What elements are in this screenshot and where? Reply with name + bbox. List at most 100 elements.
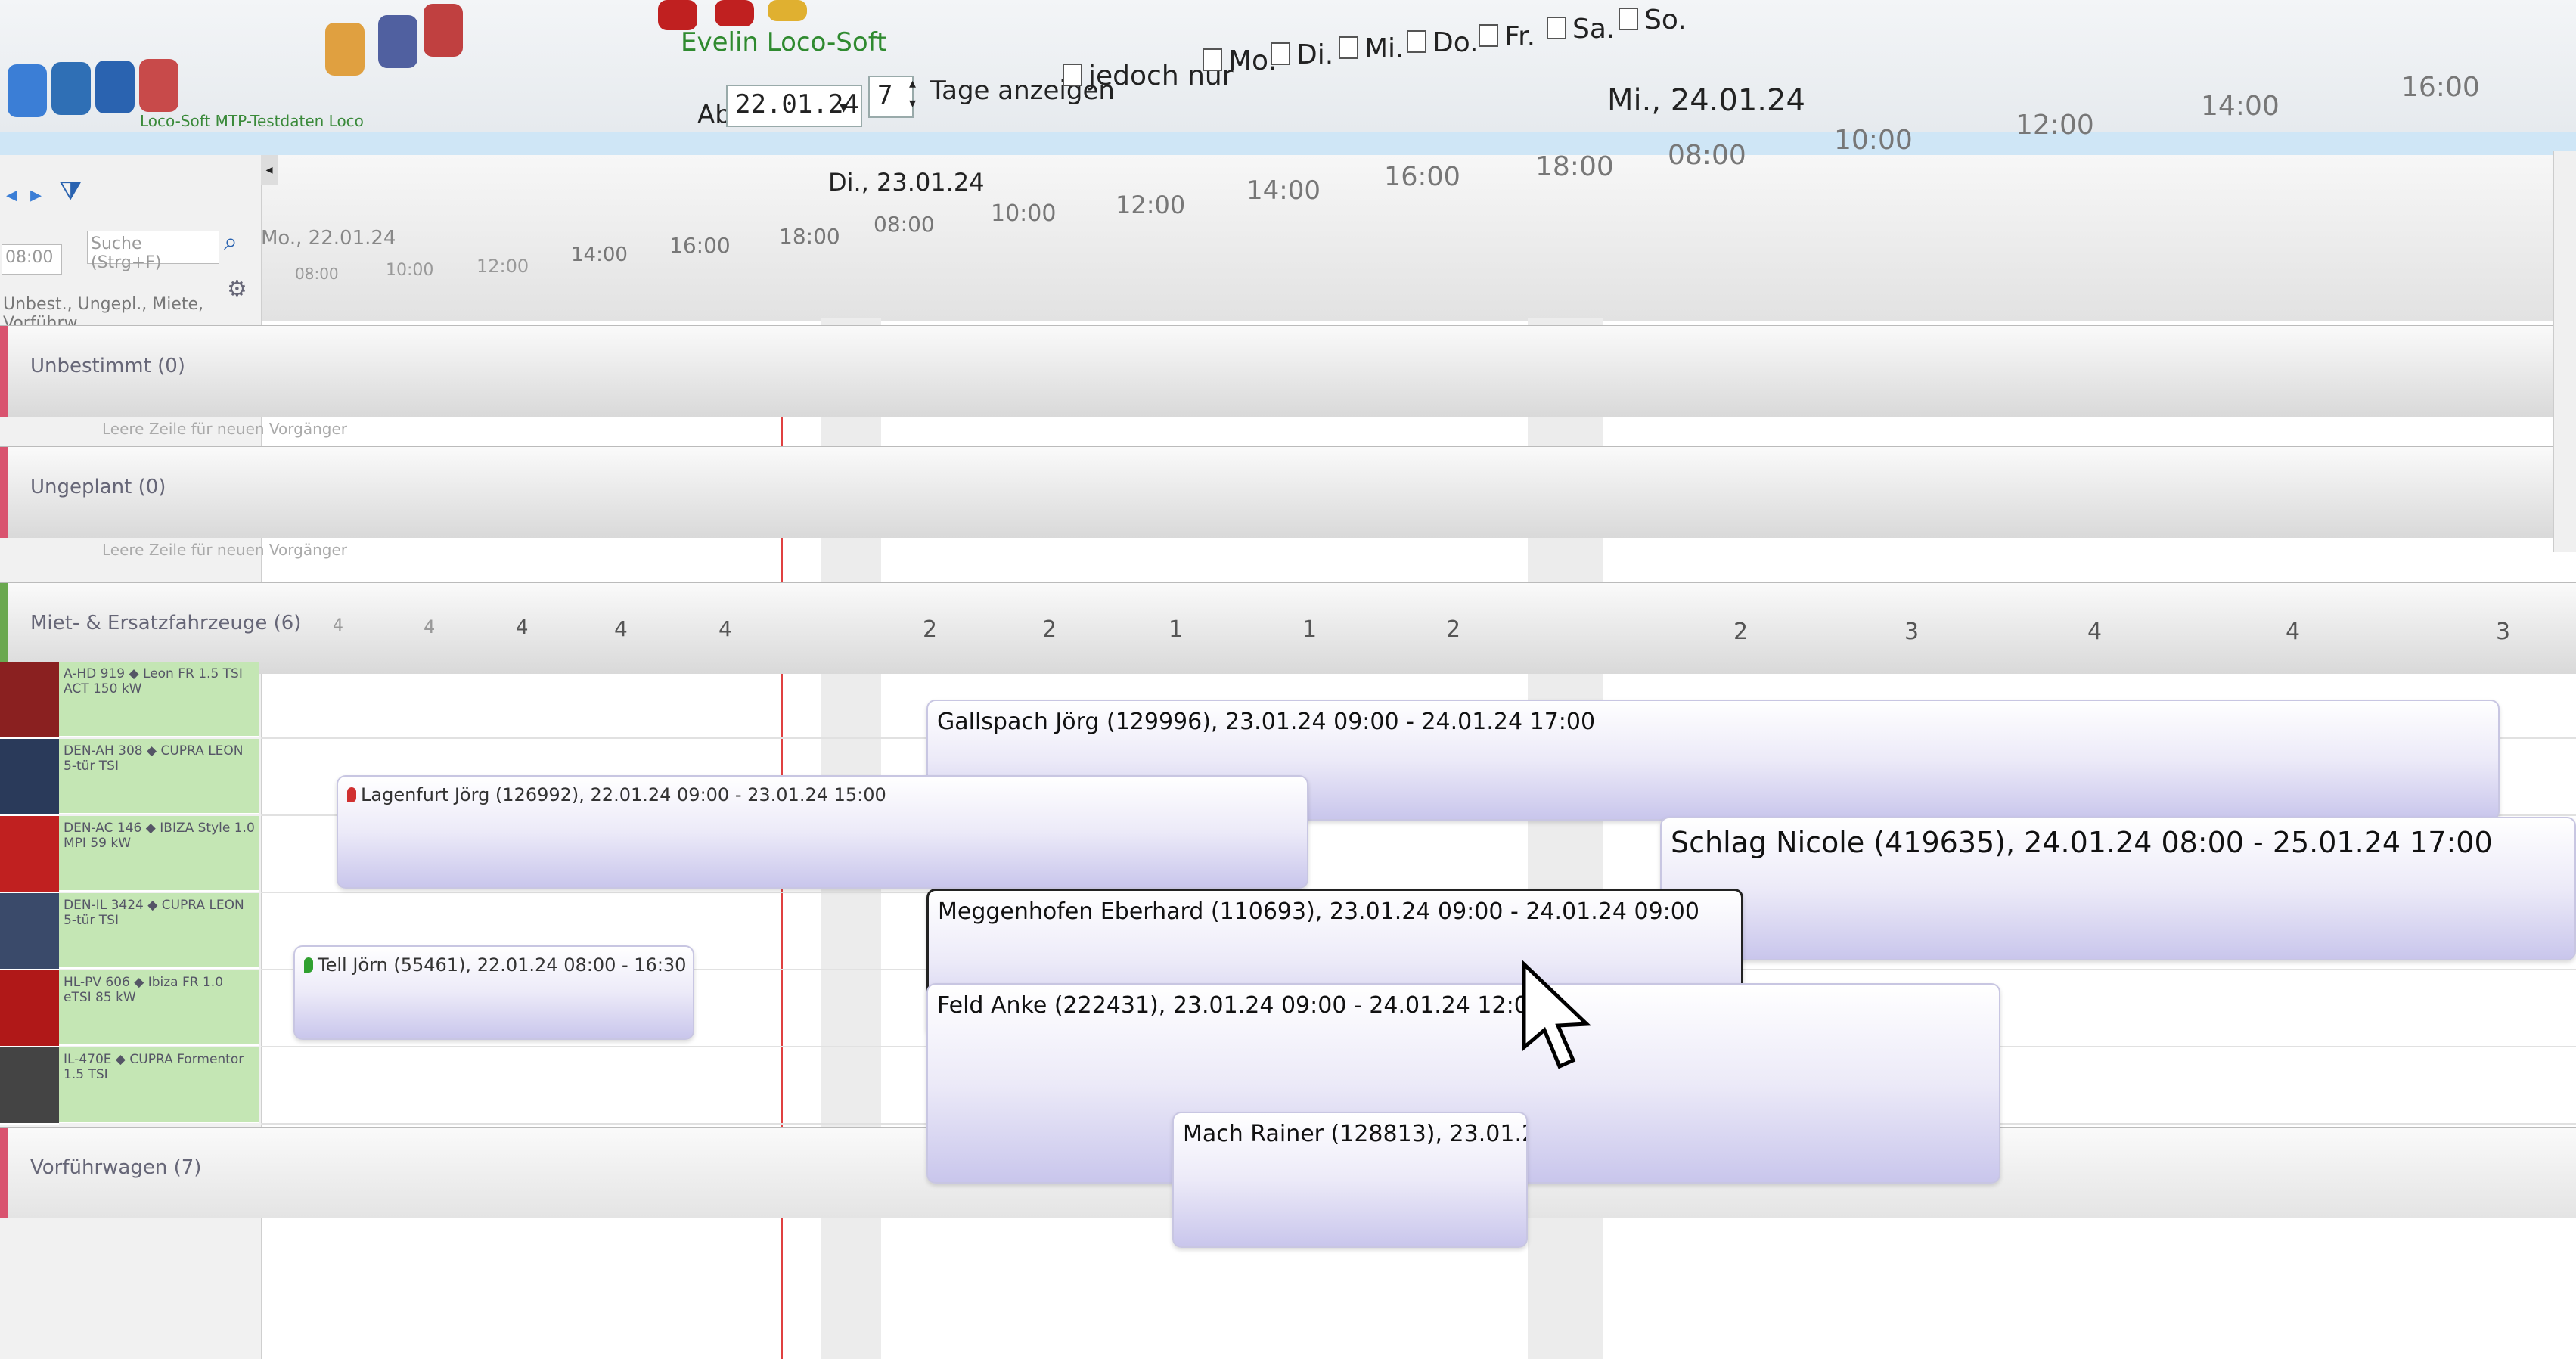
- truck-icon[interactable]: [768, 0, 807, 21]
- weekday-mo-label: Mo.: [1228, 45, 1277, 76]
- hour-label: 16:00: [1384, 162, 1460, 192]
- forward-arrow-icon[interactable]: ▸: [30, 182, 42, 208]
- weekday-di-label: Di.: [1296, 39, 1334, 70]
- users-icon[interactable]: [325, 23, 365, 76]
- mechanic-icon[interactable]: [378, 15, 417, 68]
- availability-count: 4: [718, 616, 732, 641]
- hour-label: 16:00: [2401, 72, 2480, 103]
- vehicle-info[interactable]: DEN-AC 146 ◆ IBIZA Style 1.0 MPI 59 kW: [59, 816, 259, 892]
- vehicle-plate: A-HD 919: [64, 666, 126, 681]
- hour-label: 10:00: [991, 200, 1057, 227]
- date-dropdown-icon[interactable]: ▾: [840, 98, 848, 117]
- vehicle-plate: DEN-AH 308: [64, 743, 143, 759]
- search-input[interactable]: Suche (Strg+F): [87, 231, 219, 272]
- weekday-mo-checkbox[interactable]: Mo.: [1203, 45, 1277, 76]
- days-stepper-icon[interactable]: ▴ ▾: [909, 74, 916, 113]
- booking-bar[interactable]: Lagenfurt Jörg (126992), 22.01.24 09:00 …: [337, 775, 1308, 889]
- availability-count: 2: [1042, 616, 1057, 643]
- weekday-sa-checkbox[interactable]: Sa.: [1547, 14, 1615, 45]
- availability-count: 2: [1733, 619, 1749, 645]
- hour-label: 08:00: [874, 212, 935, 237]
- group-label: Vorführwagen (7): [30, 1156, 202, 1179]
- availability-count: 1: [1169, 616, 1184, 643]
- weekday-fr-checkbox[interactable]: Fr.: [1479, 21, 1535, 52]
- booking-text: Schlag Nicole (419635), 24.01.24 08:00 -…: [1671, 826, 2493, 859]
- phone-icon[interactable]: [95, 61, 135, 113]
- availability-count: 4: [516, 616, 529, 639]
- group-row-mietfahrzeuge[interactable]: Miet- & Ersatzfahrzeuge (6): [0, 582, 2576, 674]
- vehicle-thumbnail: [0, 970, 59, 1047]
- availability-count: 2: [923, 616, 938, 643]
- vehicle-info[interactable]: A-HD 919 ◆ Leon FR 1.5 TSI ACT 150 kW: [59, 662, 259, 737]
- booking-text: Tell Jörn (55461), 22.01.24 08:00 - 16:3…: [318, 954, 687, 976]
- availability-count: 3: [1904, 619, 1920, 645]
- user-name: Evelin Loco-Soft: [681, 27, 887, 57]
- cars-icon[interactable]: [715, 0, 754, 26]
- weekday-fr-label: Fr.: [1504, 21, 1536, 52]
- booking-bar[interactable]: Tell Jörn (55461), 22.01.24 08:00 - 16:3…: [293, 945, 694, 1040]
- weekday-do-checkbox[interactable]: Do.: [1407, 27, 1479, 58]
- availability-count: 4: [333, 616, 343, 635]
- toolbar: Loco-Soft MTP-Testdaten Loco Evelin Loco…: [0, 0, 2576, 135]
- vehicle-info[interactable]: DEN-IL 3424 ◆ CUPRA LEON 5-tür TSI: [59, 893, 259, 969]
- weekday-so-label: So.: [1644, 5, 1687, 36]
- availability-count: 4: [2087, 619, 2103, 645]
- booking-bar[interactable]: Schlag Nicole (419635), 24.01.24 08:00 -…: [1660, 817, 2576, 960]
- car-icon[interactable]: [658, 0, 697, 30]
- vehicle-plate: DEN-AC 146: [64, 821, 142, 836]
- weekday-di-checkbox[interactable]: Di.: [1271, 39, 1333, 70]
- mouse-cursor-icon: [1522, 960, 1591, 1069]
- day-label-mo: Mo., 22.01.24: [261, 227, 396, 250]
- hour-label: 10:00: [1834, 125, 1913, 156]
- availability-count: 1: [1302, 616, 1317, 643]
- collapse-icon[interactable]: ◂: [261, 155, 278, 185]
- weekday-do-label: Do.: [1432, 27, 1479, 58]
- time-input[interactable]: 08:00: [2, 244, 62, 275]
- settings-icon[interactable]: ⚙: [227, 276, 247, 303]
- vehicle-thumbnail: [0, 739, 59, 816]
- brand-text: Loco-Soft MTP-Testdaten Loco: [140, 112, 364, 130]
- hour-label: 10:00: [386, 261, 434, 280]
- group-row-ungeplant[interactable]: Ungeplant (0): [0, 446, 2576, 538]
- vehicle-info[interactable]: IL-470E ◆ CUPRA Formentor 1.5 TSI: [59, 1047, 259, 1123]
- headset-icon[interactable]: [51, 62, 91, 115]
- empty-row-hint: Leere Zeile für neuen Vorgänger: [102, 420, 348, 438]
- hour-label: 12:00: [476, 256, 529, 277]
- vehicle-thumbnail: [0, 816, 59, 893]
- availability-count: 3: [2496, 619, 2511, 645]
- info-icon[interactable]: [8, 64, 47, 117]
- weekday-sa-label: Sa.: [1572, 14, 1615, 45]
- back-arrow-icon[interactable]: ◂: [6, 182, 17, 208]
- vehicle-plate: HL-PV 606: [64, 975, 130, 990]
- garage-icon[interactable]: [424, 4, 463, 57]
- availability-count: 2: [1446, 616, 1461, 643]
- weekday-mi-checkbox[interactable]: Mi.: [1339, 33, 1404, 64]
- vehicle-plate: IL-470E: [64, 1052, 112, 1067]
- vertical-scrollbar[interactable]: [2553, 151, 2576, 552]
- hour-label: 12:00: [1116, 191, 1186, 219]
- vehicle-info[interactable]: HL-PV 606 ◆ Ibiza FR 1.0 eTSI 85 kW: [59, 970, 259, 1046]
- booking-bar[interactable]: Mach Rainer (128813), 23.01.24 13:00 -: [1172, 1112, 1528, 1248]
- group-row-unbestimmt[interactable]: Unbestimmt (0): [0, 325, 2576, 417]
- hour-label: 14:00: [2201, 91, 2280, 122]
- vehicle-info[interactable]: DEN-AH 308 ◆ CUPRA LEON 5-tür TSI: [59, 739, 259, 814]
- screen-record-icon[interactable]: [139, 59, 178, 112]
- vehicle-thumbnail: [0, 662, 59, 739]
- days-input[interactable]: 7: [868, 76, 914, 118]
- search-icon[interactable]: ⌕: [224, 227, 237, 256]
- availability-count: 4: [614, 616, 628, 641]
- pin-icon: [304, 957, 313, 973]
- hour-label: 08:00: [1668, 140, 1746, 171]
- filter-icon[interactable]: ⧩: [59, 176, 82, 206]
- day-label-mi: Mi., 24.01.24: [1607, 83, 1805, 118]
- availability-count: 4: [2286, 619, 2301, 645]
- hour-label: 16:00: [669, 233, 731, 258]
- hour-label: 14:00: [571, 244, 628, 266]
- booking-text: Mach Rainer (128813), 23.01.24 13:00 -: [1183, 1121, 1526, 1147]
- vehicle-thumbnail: [0, 1047, 59, 1125]
- group-label: Unbestimmt (0): [30, 355, 185, 377]
- weekday-so-checkbox[interactable]: So.: [1619, 5, 1687, 36]
- hour-label: 12:00: [2016, 110, 2094, 141]
- vehicle-thumbnail: [0, 893, 59, 970]
- booking-text: Meggenhofen Eberhard (110693), 23.01.24 …: [938, 898, 1699, 925]
